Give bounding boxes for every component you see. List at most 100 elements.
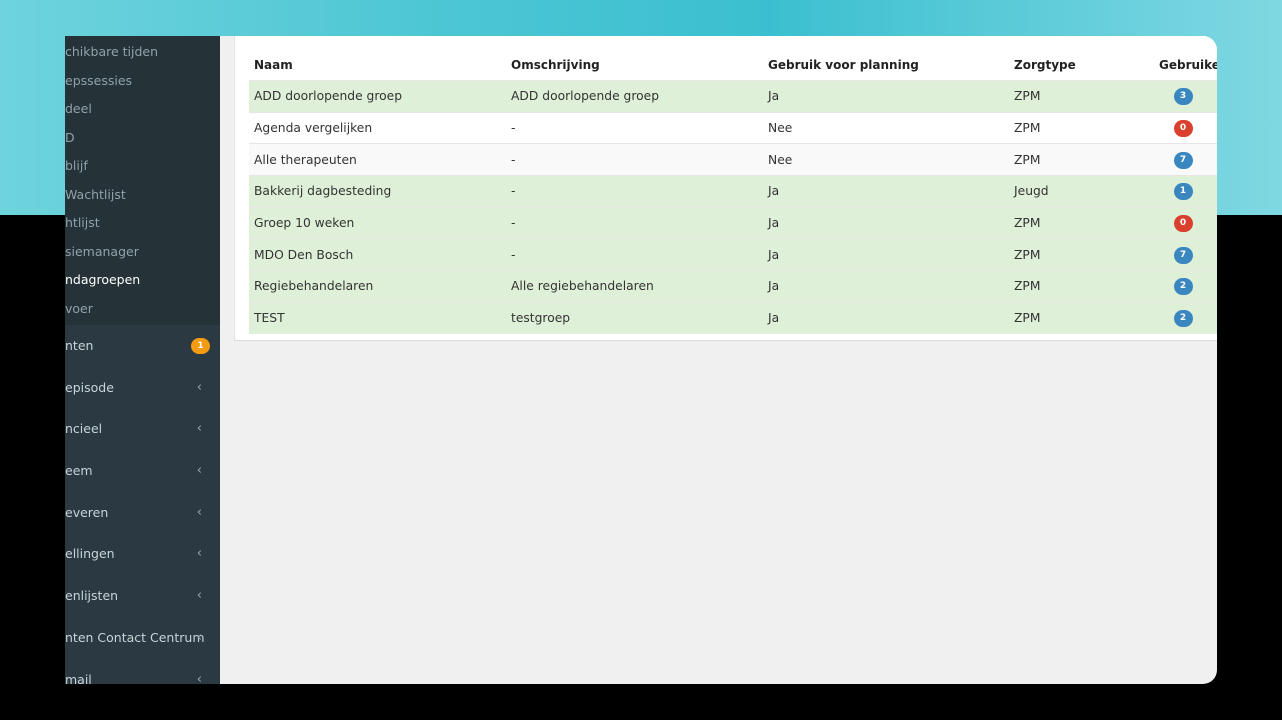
cell-omschrijving: - bbox=[506, 143, 763, 176]
sidebar-item-systeem[interactable]: eem ‹ bbox=[65, 450, 220, 492]
cell-naam[interactable]: Regiebehandelaren bbox=[249, 270, 506, 303]
sidebar: chikbare tijden epssessies deel D blijf … bbox=[65, 36, 220, 684]
cell-zorgtype: ZPM bbox=[1009, 143, 1138, 176]
cell-zorgtype: ZPM bbox=[1009, 238, 1138, 271]
chevron-left-icon: ‹ bbox=[196, 588, 202, 604]
sidebar-item-label: eem bbox=[65, 463, 93, 479]
sidebar-subitem-active[interactable]: ndagroepen bbox=[65, 266, 220, 295]
sidebar-subitem[interactable]: htlijst bbox=[65, 209, 220, 238]
sidebar-subitem[interactable]: D bbox=[65, 124, 220, 153]
sidebar-item-label: episode bbox=[65, 379, 114, 395]
sidebar-subitem[interactable]: blijf bbox=[65, 152, 220, 181]
cell-zorgtype: ZPM bbox=[1009, 111, 1138, 144]
sidebar-item-label: enlijsten bbox=[65, 588, 119, 604]
cell-zorgtype: ZPM bbox=[1009, 80, 1138, 113]
column-header-zorgtype[interactable]: Zorgtype bbox=[1009, 50, 1138, 81]
sidebar-item-label: nten Contact Centrum bbox=[65, 629, 205, 645]
cell-planning: Ja bbox=[763, 301, 1009, 334]
sidebar-subitem[interactable]: voer bbox=[65, 295, 220, 324]
column-header-naam[interactable]: Naam bbox=[249, 50, 506, 81]
cell-naam[interactable]: Agenda vergelijken bbox=[249, 111, 506, 144]
cell-zorgtype: ZPM bbox=[1009, 301, 1138, 334]
cell-gebruikers: 7 bbox=[1138, 238, 1217, 271]
cell-naam[interactable]: Alle therapeuten bbox=[249, 143, 506, 176]
user-count-badge[interactable]: 1 bbox=[1173, 183, 1193, 201]
chevron-left-icon: ‹ bbox=[196, 379, 202, 395]
cell-omschrijving: - bbox=[506, 111, 763, 144]
groups-table: Naam Omschrijving Gebruik voor planning … bbox=[249, 50, 1217, 334]
sidebar-item-contact-centrum[interactable]: nten Contact Centrum ‹ bbox=[65, 617, 220, 659]
sidebar-item-label: nten bbox=[65, 338, 94, 353]
app-window: chikbare tijden epssessies deel D blijf … bbox=[65, 36, 1217, 684]
user-count-badge[interactable]: 2 bbox=[1173, 278, 1193, 296]
sidebar-subitem[interactable]: Wachtlijst bbox=[65, 181, 220, 210]
cell-gebruikers: 2 bbox=[1138, 301, 1217, 334]
user-count-badge[interactable]: 3 bbox=[1173, 88, 1193, 106]
table-row[interactable]: Groep 10 weken - Ja ZPM 0 bbox=[249, 206, 1217, 239]
sidebar-item-financieel[interactable]: ncieel ‹ bbox=[65, 408, 220, 450]
cell-planning: Ja bbox=[763, 80, 1009, 113]
table-row[interactable]: ADD doorlopende groep ADD doorlopende gr… bbox=[249, 80, 1217, 113]
table-row[interactable]: Regiebehandelaren Alle regiebehandelaren… bbox=[249, 270, 1217, 303]
sidebar-item-lijsten[interactable]: enlijsten ‹ bbox=[65, 575, 220, 617]
user-count-badge[interactable]: 7 bbox=[1173, 151, 1193, 169]
cell-naam[interactable]: Bakkerij dagbesteding bbox=[249, 175, 506, 208]
cell-planning: Ja bbox=[763, 206, 1009, 239]
user-count-badge[interactable]: 0 bbox=[1173, 120, 1193, 138]
sidebar-item-label: ellingen bbox=[65, 546, 115, 562]
table-header-row: Naam Omschrijving Gebruik voor planning … bbox=[249, 50, 1217, 81]
table-panel: Naam Omschrijving Gebruik voor planning … bbox=[234, 36, 1217, 341]
sidebar-submenu: chikbare tijden epssessies deel D blijf … bbox=[65, 36, 220, 325]
table-row[interactable]: TEST testgroep Ja ZPM 2 bbox=[249, 301, 1217, 334]
sidebar-subitem[interactable]: siemanager bbox=[65, 238, 220, 267]
cell-gebruikers: 3 bbox=[1138, 80, 1217, 113]
sidebar-subitem[interactable]: epssessies bbox=[65, 67, 220, 96]
table-row[interactable]: Alle therapeuten - Nee ZPM 7 bbox=[249, 143, 1217, 176]
chevron-left-icon: ‹ bbox=[196, 504, 202, 520]
sidebar-item-label: mail bbox=[65, 671, 92, 685]
cell-gebruikers: 0 bbox=[1138, 111, 1217, 144]
cell-omschrijving: testgroep bbox=[506, 301, 763, 334]
column-header-gebruikers[interactable]: Gebruikers bbox=[1138, 50, 1217, 81]
sidebar-subitem[interactable]: chikbare tijden bbox=[65, 38, 220, 67]
cell-planning: Ja bbox=[763, 175, 1009, 208]
sidebar-item-label: ncieel bbox=[65, 421, 103, 437]
cell-omschrijving: - bbox=[506, 238, 763, 271]
chevron-left-icon: ‹ bbox=[196, 629, 202, 645]
cell-omschrijving: Alle regiebehandelaren bbox=[506, 270, 763, 303]
sidebar-item-episode[interactable]: episode ‹ bbox=[65, 367, 220, 409]
cell-gebruikers: 7 bbox=[1138, 143, 1217, 176]
cell-naam[interactable]: Groep 10 weken bbox=[249, 206, 506, 239]
notification-badge: 1 bbox=[191, 338, 210, 354]
table-row[interactable]: Bakkerij dagbesteding - Ja Jeugd 1 bbox=[249, 175, 1217, 208]
user-count-badge[interactable]: 0 bbox=[1173, 215, 1193, 233]
cell-zorgtype: ZPM bbox=[1009, 270, 1138, 303]
column-header-omschrijving[interactable]: Omschrijving bbox=[506, 50, 763, 81]
column-header-planning[interactable]: Gebruik voor planning bbox=[763, 50, 1009, 81]
table-row[interactable]: MDO Den Bosch - Ja ZPM 7 bbox=[249, 238, 1217, 271]
cell-gebruikers: 2 bbox=[1138, 270, 1217, 303]
cell-planning: Ja bbox=[763, 238, 1009, 271]
sidebar-item-mail[interactable]: mail ‹ bbox=[65, 659, 220, 685]
cell-omschrijving: - bbox=[506, 206, 763, 239]
user-count-badge[interactable]: 2 bbox=[1173, 310, 1193, 328]
cell-naam[interactable]: MDO Den Bosch bbox=[249, 238, 506, 271]
chevron-left-icon: ‹ bbox=[196, 463, 202, 479]
cell-naam[interactable]: TEST bbox=[249, 301, 506, 334]
sidebar-item-nten[interactable]: nten 1 bbox=[65, 325, 220, 367]
sidebar-item-leveren[interactable]: everen ‹ bbox=[65, 492, 220, 534]
sidebar-item-label: everen bbox=[65, 504, 109, 520]
cell-naam[interactable]: ADD doorlopende groep bbox=[249, 80, 506, 113]
cell-planning: Ja bbox=[763, 270, 1009, 303]
sidebar-subitem[interactable]: deel bbox=[65, 95, 220, 124]
cell-omschrijving: ADD doorlopende groep bbox=[506, 80, 763, 113]
cell-zorgtype: Jeugd bbox=[1009, 175, 1138, 208]
sidebar-item-instellingen[interactable]: ellingen ‹ bbox=[65, 533, 220, 575]
chevron-left-icon: ‹ bbox=[196, 421, 202, 437]
table-row[interactable]: Agenda vergelijken - Nee ZPM 0 bbox=[249, 111, 1217, 144]
cell-gebruikers: 0 bbox=[1138, 206, 1217, 239]
cell-omschrijving: - bbox=[506, 175, 763, 208]
user-count-badge[interactable]: 7 bbox=[1173, 246, 1193, 264]
chevron-left-icon: ‹ bbox=[196, 546, 202, 562]
cell-planning: Nee bbox=[763, 111, 1009, 144]
